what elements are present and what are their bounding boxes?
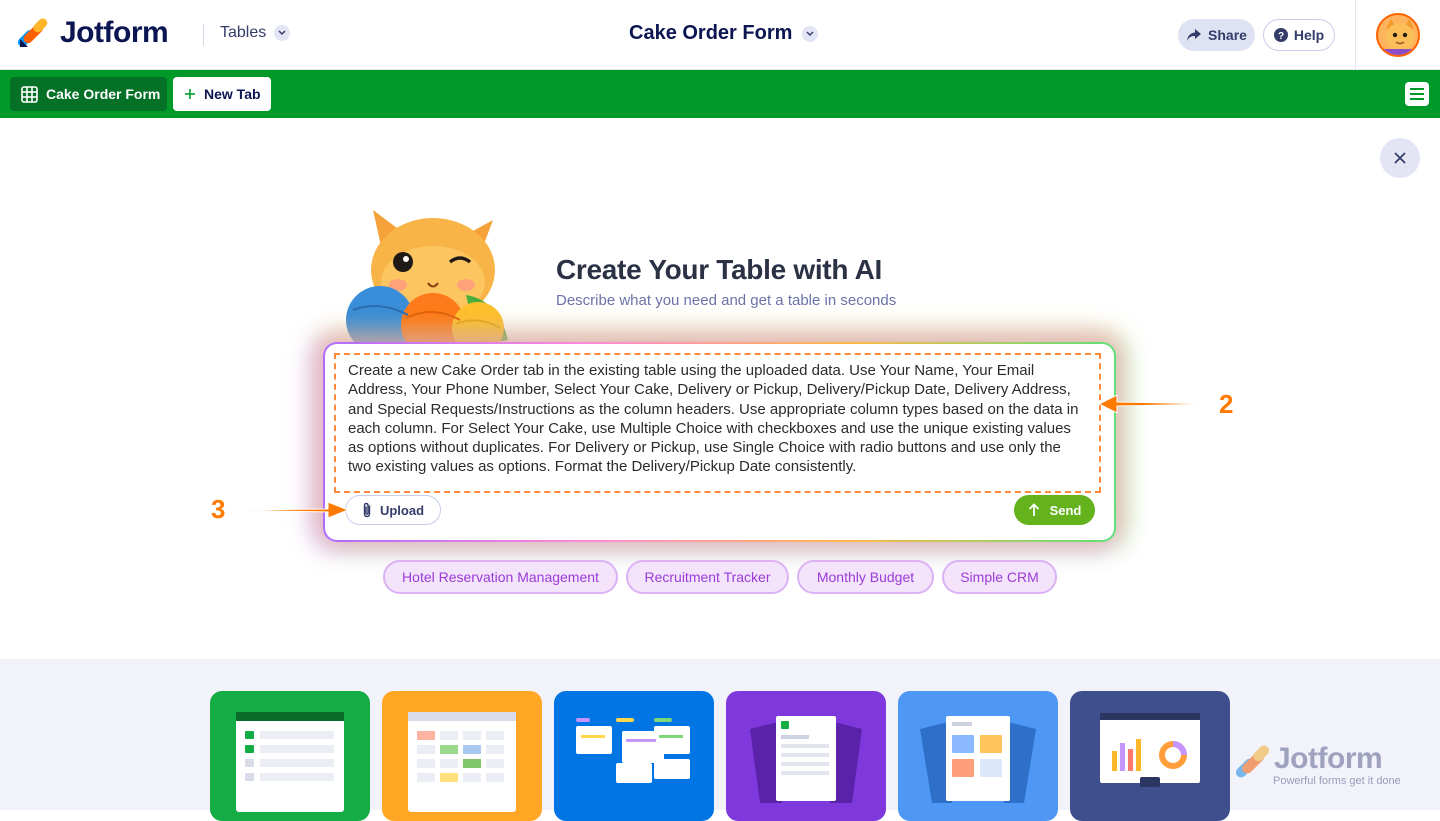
svg-text:?: ? [1278, 31, 1284, 42]
suggestion-chip[interactable]: Monthly Budget [797, 560, 934, 594]
share-label: Share [1208, 27, 1247, 43]
tables-dropdown[interactable]: Tables [220, 24, 291, 42]
logo-text: Jotform [60, 16, 169, 49]
arrow-up-icon [1028, 503, 1039, 516]
suggestion-chip[interactable]: Simple CRM [942, 560, 1057, 594]
jotform-logo-icon [18, 18, 48, 47]
form-title: Cake Order Form [629, 22, 793, 44]
cat-mascot-illustration [346, 210, 508, 345]
new-tab-label: New Tab [204, 86, 261, 102]
prompt-textarea[interactable]: Create a new Cake Order tab in the exist… [334, 353, 1101, 493]
suggestion-chip[interactable]: Hotel Reservation Management [383, 560, 618, 594]
jotform-logo[interactable]: Jotform [18, 16, 169, 50]
tab-label: Cake Order Form [46, 86, 161, 102]
header-divider [203, 24, 204, 46]
share-icon [1187, 29, 1202, 41]
annotation-arrow-3 [229, 501, 350, 519]
ai-subheading: Describe what you need and get a table i… [556, 292, 897, 309]
chevron-down-icon [274, 25, 291, 41]
avatar-cat-icon [1378, 15, 1418, 55]
share-button[interactable]: Share [1178, 19, 1255, 51]
menu-icon[interactable] [1405, 82, 1429, 106]
tab-bar: Cake Order Form New Tab [0, 70, 1440, 118]
template-tile-report[interactable] [1070, 691, 1230, 821]
ai-heading: Create Your Table with AI [556, 254, 882, 285]
upload-label: Upload [379, 502, 425, 518]
annotation-arrow-2 [1097, 394, 1216, 414]
send-label: Send [1049, 502, 1082, 518]
upload-button[interactable]: Upload [345, 495, 441, 525]
gallery-icon [920, 716, 1036, 803]
help-label: Help [1293, 27, 1325, 43]
spreadsheet-icon [236, 712, 344, 812]
new-tab-button[interactable]: New Tab [173, 77, 271, 111]
table-grid-icon [21, 85, 38, 103]
user-avatar[interactable] [1376, 13, 1420, 57]
tables-label: Tables [220, 24, 267, 41]
annotation-marker-3: 3 [211, 494, 226, 524]
jotform-watermark-icon [1236, 745, 1269, 778]
help-icon: ? [1273, 28, 1288, 42]
jotform-watermark: Jotform Powerful forms get it done [1236, 742, 1411, 792]
form-title-dropdown[interactable]: Cake Order Form [629, 22, 819, 45]
header-divider-right [1355, 0, 1356, 70]
top-header: Jotform Tables Cake Order Form Share ? H… [0, 0, 1440, 70]
report-chart-icon [1100, 713, 1200, 787]
kanban-icon [576, 718, 690, 783]
calendar-icon [408, 712, 516, 812]
chevron-down-icon [802, 25, 819, 42]
paperclip-icon [363, 502, 371, 518]
template-tile-kanban[interactable] [554, 691, 714, 821]
send-button[interactable]: Send [1014, 495, 1095, 525]
close-button[interactable] [1380, 138, 1420, 178]
watermark-tagline: Powerful forms get it done [1273, 775, 1401, 787]
template-tile-spreadsheet[interactable] [210, 691, 370, 821]
help-button[interactable]: ? Help [1263, 19, 1335, 51]
watermark-brand: Jotform [1274, 742, 1383, 775]
plus-icon [185, 89, 195, 99]
template-tile-gallery[interactable] [898, 691, 1058, 821]
close-icon [1394, 152, 1406, 164]
annotation-marker-2: 2 [1219, 389, 1234, 419]
form-icon [750, 716, 862, 803]
tab-cake-order-form[interactable]: Cake Order Form [10, 77, 167, 111]
template-tile-form[interactable] [726, 691, 886, 821]
template-tile-calendar[interactable] [382, 691, 542, 821]
suggestion-chip[interactable]: Recruitment Tracker [626, 560, 789, 594]
